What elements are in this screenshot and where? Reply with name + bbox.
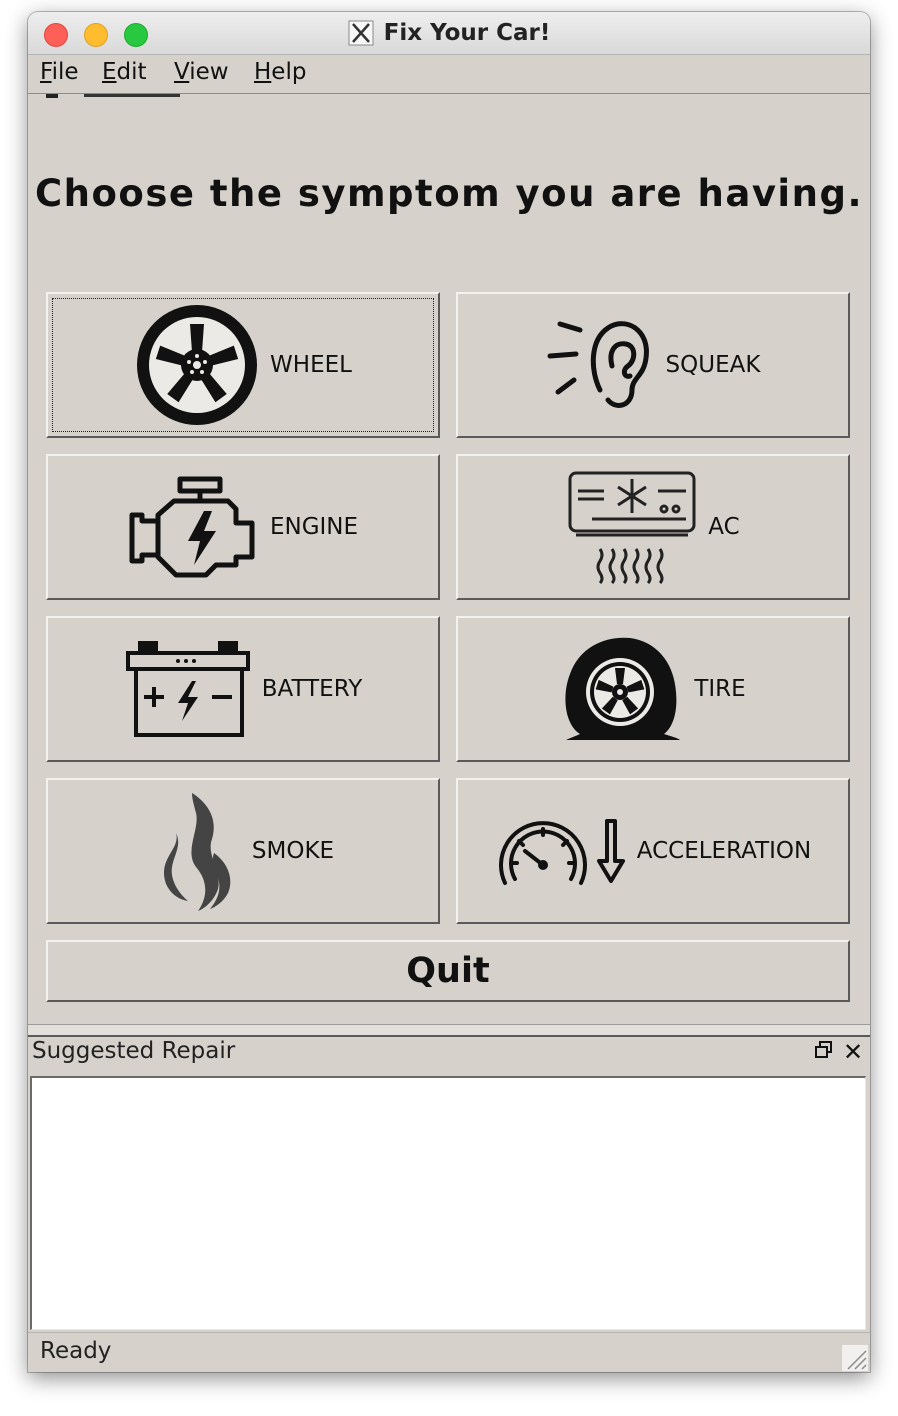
ear-icon xyxy=(547,321,649,408)
engine-icon xyxy=(129,476,255,578)
status-bar: Ready xyxy=(28,1332,870,1372)
symptom-label: SQUEAK xyxy=(665,352,761,378)
speedometer-down-icon xyxy=(498,819,625,885)
air-conditioner-icon xyxy=(568,471,696,585)
dock-title: Suggested Repair xyxy=(32,1038,236,1064)
symptom-label: WHEEL xyxy=(270,352,352,378)
app-window: Fix Your Car! File Edit View Help Choose… xyxy=(28,12,870,1372)
symptom-button-smoke[interactable]: SMOKE xyxy=(46,778,440,924)
menu-help[interactable]: Help xyxy=(254,59,306,85)
battery-icon xyxy=(125,641,250,737)
symptom-button-squeak[interactable]: SQUEAK xyxy=(456,292,850,438)
symptom-label: ENGINE xyxy=(269,514,359,540)
quit-button[interactable]: Quit xyxy=(46,940,850,1002)
symptom-label: ACCELERATION xyxy=(636,838,812,864)
suggested-repair-text[interactable] xyxy=(30,1076,866,1330)
symptom-button-tire[interactable]: TIRE xyxy=(456,616,850,762)
menu-edit[interactable]: Edit xyxy=(102,59,147,85)
close-dock-icon[interactable]: ✕ xyxy=(843,1038,863,1066)
symptom-button-acceleration[interactable]: ACCELERATION xyxy=(456,778,850,924)
menu-view[interactable]: View xyxy=(174,59,229,85)
resize-grip-icon[interactable] xyxy=(842,1345,868,1371)
clipped-toolbar-remnant xyxy=(46,94,180,98)
status-text: Ready xyxy=(40,1338,112,1364)
dock-splitter[interactable] xyxy=(28,1024,870,1037)
smoke-icon xyxy=(163,793,231,911)
x11-app-icon xyxy=(348,20,374,46)
symptom-label: TIRE xyxy=(694,676,746,702)
symptom-button-engine[interactable]: ENGINE xyxy=(46,454,440,600)
symptom-button-wheel[interactable]: WHEEL xyxy=(46,292,440,438)
menu-file[interactable]: File xyxy=(40,59,79,85)
window-title: Fix Your Car! xyxy=(383,20,551,46)
flat-tire-icon xyxy=(565,637,681,740)
page-heading: Choose the symptom you are having. xyxy=(35,172,863,215)
symptom-button-battery[interactable]: BATTERY xyxy=(46,616,440,762)
symptom-label: BATTERY xyxy=(261,676,363,702)
menu-bar: File Edit View Help xyxy=(28,55,870,94)
title-bar[interactable]: Fix Your Car! xyxy=(28,12,870,55)
float-dock-icon[interactable] xyxy=(814,1040,834,1060)
symptom-label: AC xyxy=(708,514,740,540)
window-title-area: Fix Your Car! xyxy=(28,12,870,54)
symptom-button-ac[interactable]: AC xyxy=(456,454,850,600)
symptom-label: SMOKE xyxy=(251,838,335,864)
wheel-icon xyxy=(137,305,258,425)
